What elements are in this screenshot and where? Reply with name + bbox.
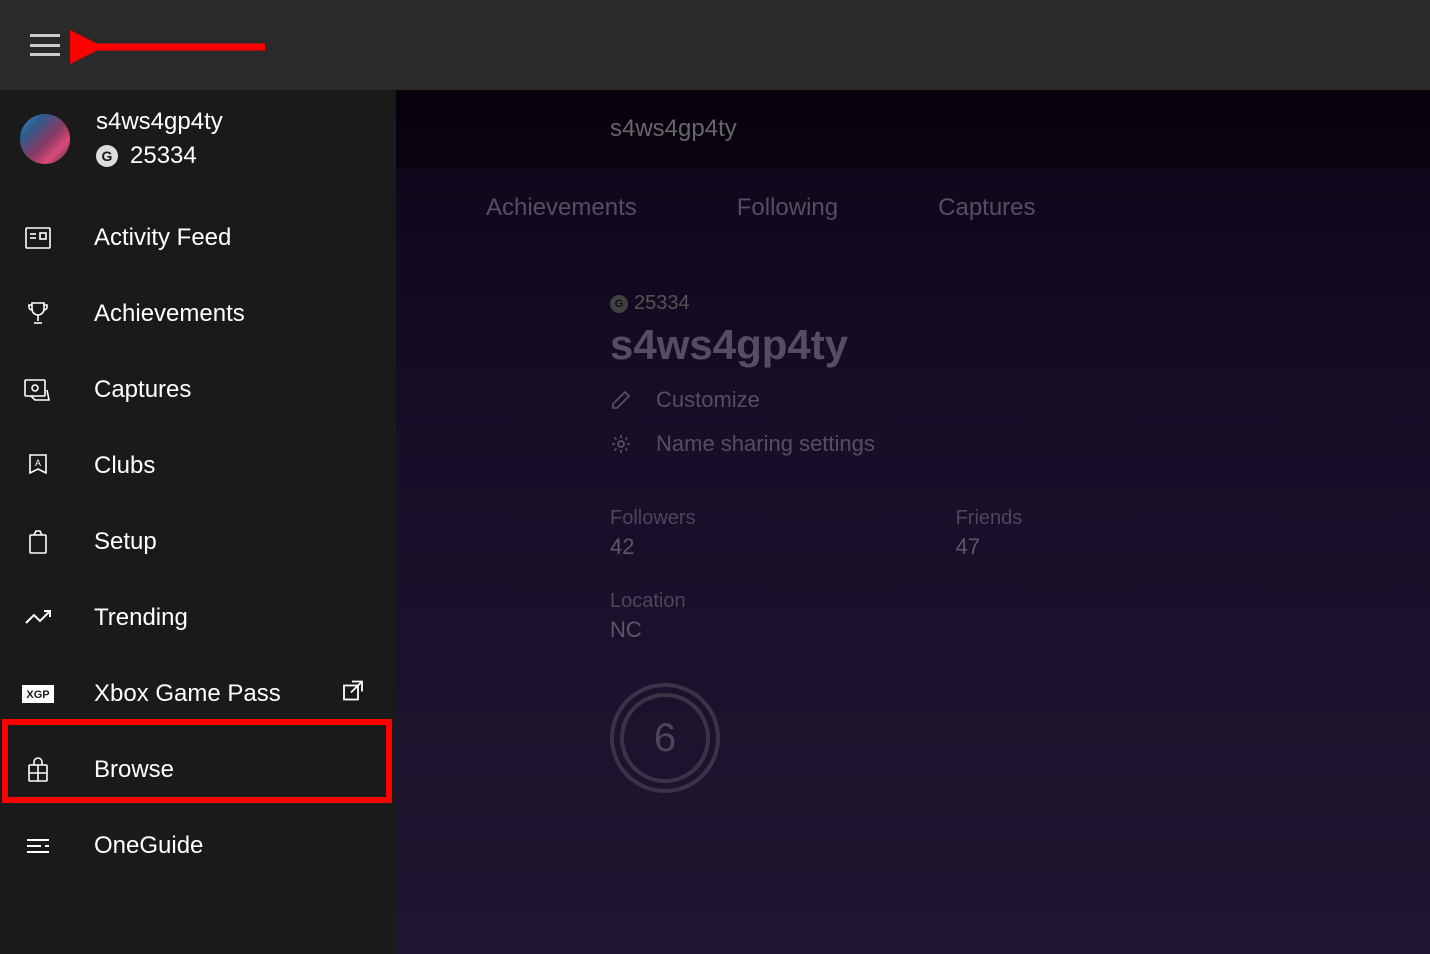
- main-header-title: s4ws4gp4ty: [610, 115, 737, 143]
- customize-button[interactable]: Customize: [610, 387, 1430, 413]
- sidebar-item-captures[interactable]: Captures: [0, 352, 396, 428]
- sidebar-gamerscore: 25334: [130, 142, 197, 170]
- feed-icon: [20, 220, 56, 256]
- sidebar: s4ws4gp4ty G 25334 Activity Feed Achieve…: [0, 90, 396, 954]
- profile-gamerscore: 25334: [634, 292, 690, 315]
- sidebar-item-xbox-game-pass[interactable]: XGP Xbox Game Pass: [0, 656, 396, 732]
- sidebar-item-browse[interactable]: Browse: [0, 732, 396, 808]
- sidebar-item-label: Xbox Game Pass: [94, 680, 281, 708]
- sidebar-item-trending[interactable]: Trending: [0, 580, 396, 656]
- setup-icon: [20, 524, 56, 560]
- tenure-badge: 6: [610, 683, 1430, 793]
- name-sharing-button[interactable]: Name sharing settings: [610, 431, 1430, 457]
- tenure-years: 6: [654, 716, 676, 761]
- sidebar-item-label: OneGuide: [94, 832, 203, 860]
- main-header: s4ws4gp4ty: [396, 90, 1430, 168]
- gear-icon: [610, 433, 632, 455]
- friends-label: Friends: [956, 507, 1023, 530]
- sidebar-item-label: Captures: [94, 376, 191, 404]
- trophy-icon: [20, 296, 56, 332]
- sidebar-item-label: Activity Feed: [94, 224, 231, 252]
- pencil-icon: [610, 389, 632, 411]
- gamerscore-icon: G: [96, 145, 118, 167]
- location-stat: Location NC: [610, 590, 686, 643]
- sidebar-item-oneguide[interactable]: OneGuide: [0, 808, 396, 884]
- friends-stat[interactable]: Friends 47: [956, 507, 1023, 560]
- tab-following[interactable]: Following: [737, 194, 838, 222]
- captures-icon: [20, 372, 56, 408]
- sidebar-item-label: Setup: [94, 528, 157, 556]
- name-sharing-label: Name sharing settings: [656, 431, 875, 457]
- profile-tabs: Achievements Following Captures: [396, 168, 1430, 222]
- tab-achievements[interactable]: Achievements: [486, 194, 637, 222]
- main-content: s4ws4gp4ty Achievements Following Captur…: [396, 90, 1430, 954]
- sidebar-item-label: Trending: [94, 604, 188, 632]
- svg-text:XGP: XGP: [26, 689, 49, 701]
- sidebar-nav: Activity Feed Achievements Captures A Cl…: [0, 200, 396, 884]
- location-value: NC: [610, 617, 686, 643]
- hamburger-menu-button[interactable]: [30, 34, 60, 56]
- clubs-icon: A: [20, 448, 56, 484]
- sidebar-item-label: Browse: [94, 756, 174, 784]
- external-link-icon: [342, 680, 364, 709]
- sidebar-item-setup[interactable]: Setup: [0, 504, 396, 580]
- followers-stat[interactable]: Followers 42: [610, 507, 696, 560]
- title-bar: [0, 0, 1430, 90]
- gamerscore-icon: G: [610, 295, 628, 313]
- profile-gamertag: s4ws4gp4ty: [610, 321, 1430, 369]
- svg-text:A: A: [35, 458, 41, 468]
- followers-value: 42: [610, 534, 696, 560]
- avatar: [20, 114, 70, 164]
- customize-label: Customize: [656, 387, 760, 413]
- browse-icon: [20, 752, 56, 788]
- friends-value: 47: [956, 534, 1023, 560]
- sidebar-profile[interactable]: s4ws4gp4ty G 25334: [0, 90, 396, 180]
- followers-label: Followers: [610, 507, 696, 530]
- sidebar-item-achievements[interactable]: Achievements: [0, 276, 396, 352]
- xgp-icon: XGP: [20, 676, 56, 712]
- location-label: Location: [610, 590, 686, 613]
- sidebar-item-clubs[interactable]: A Clubs: [0, 428, 396, 504]
- trending-icon: [20, 600, 56, 636]
- sidebar-item-label: Clubs: [94, 452, 155, 480]
- sidebar-item-activity-feed[interactable]: Activity Feed: [0, 200, 396, 276]
- tab-captures[interactable]: Captures: [938, 194, 1035, 222]
- sidebar-gamertag: s4ws4gp4ty: [96, 108, 223, 136]
- oneguide-icon: [20, 828, 56, 864]
- sidebar-item-label: Achievements: [94, 300, 245, 328]
